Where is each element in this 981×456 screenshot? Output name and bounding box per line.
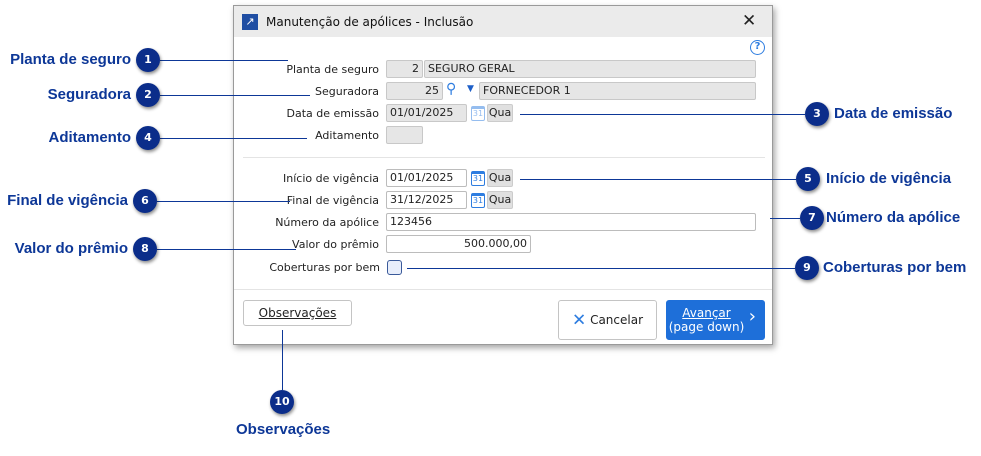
callout-line [160, 95, 310, 96]
emissao-field: 01/01/2025 [386, 104, 467, 122]
separator [243, 157, 765, 158]
callout-label: Observações [236, 421, 331, 438]
callout-badge: 1 [136, 48, 160, 72]
calendar-icon[interactable]: 31 [471, 171, 485, 186]
observacoes-label: Observações [258, 306, 337, 320]
dialog-title: Manutenção de apólices - Inclusão [266, 15, 474, 29]
callout-line [520, 179, 796, 180]
title-bar: ↗ Manutenção de apólices - Inclusão ✕ [234, 6, 772, 37]
numero-field[interactable]: 123456 [386, 213, 756, 231]
search-icon[interactable]: ⚲ [446, 81, 456, 97]
callout-label: Planta de seguro [10, 51, 131, 68]
inicio-field[interactable]: 01/01/2025 [386, 169, 467, 187]
chevron-down-icon[interactable]: ▼ [467, 84, 474, 94]
advance-button[interactable]: Avançar (page down) › [666, 300, 765, 340]
close-icon[interactable]: ✕ [742, 11, 756, 31]
callout-badge: 6 [133, 189, 157, 213]
app-icon: ↗ [242, 14, 258, 30]
separator [234, 289, 772, 290]
inicio-label: Início de vigência [283, 172, 379, 185]
seguradora-label: Seguradora [315, 85, 379, 98]
callout-line [282, 330, 283, 390]
coberturas-checkbox[interactable] [387, 260, 402, 275]
callout-line [520, 114, 805, 115]
numero-label: Número da apólice [275, 216, 379, 229]
callout-line [157, 249, 296, 250]
seguradora-name-field: FORNECEDOR 1 [479, 82, 756, 100]
callout-label: Final de vigência [7, 192, 128, 209]
final-weekday: Qua [487, 191, 513, 209]
emissao-label: Data de emissão [286, 107, 379, 120]
callout-badge: 2 [136, 83, 160, 107]
aditamento-label: Aditamento [315, 129, 379, 142]
calendar-icon: 31 [471, 106, 485, 121]
callout-badge: 8 [133, 237, 157, 261]
chevron-right-icon: › [748, 306, 756, 327]
final-field[interactable]: 31/12/2025 [386, 191, 467, 209]
callout-badge: 4 [136, 126, 160, 150]
calendar-icon[interactable]: 31 [471, 193, 485, 208]
callout-label: Número da apólice [826, 209, 961, 226]
callout-line [770, 218, 800, 219]
seguradora-code-field: 25 [386, 82, 443, 100]
callout-line [160, 60, 288, 61]
callout-label: Valor do prêmio [14, 240, 128, 257]
planta-name-field: SEGURO GERAL [424, 60, 756, 78]
cancel-label: Cancelar [590, 313, 644, 327]
callout-label: Início de vigência [826, 170, 952, 187]
callout-badge: 10 [270, 390, 294, 414]
callout-label: Aditamento [48, 129, 132, 146]
close-x-icon: ✕ [571, 310, 587, 331]
callout-badge: 5 [796, 167, 820, 191]
emissao-weekday: Qua [487, 104, 513, 122]
inicio-weekday: Qua [487, 169, 513, 187]
callout-label: Seguradora [47, 86, 131, 103]
callout-label: Coberturas por bem [823, 259, 967, 276]
callout-label: Data de emissão [834, 105, 953, 122]
coberturas-label: Coberturas por bem [269, 261, 380, 274]
callout-badge: 3 [805, 102, 829, 126]
advance-label: Avançar [682, 306, 731, 320]
observacoes-button[interactable]: Observações [243, 300, 352, 326]
cancel-button[interactable]: ✕ Cancelar [558, 300, 657, 340]
help-icon[interactable]: ? [750, 40, 765, 55]
callout-badge: 7 [800, 206, 824, 230]
callout-line [407, 268, 795, 269]
callout-line [157, 201, 290, 202]
planta-label: Planta de seguro [286, 63, 379, 76]
planta-code-field: 2 [386, 60, 423, 78]
advance-sublabel: (page down) [668, 320, 745, 334]
callout-badge: 9 [795, 256, 819, 280]
premio-field[interactable]: 500.000,00 [386, 235, 531, 253]
policy-dialog: ↗ Manutenção de apólices - Inclusão ✕ ? … [233, 5, 773, 345]
callout-line [160, 138, 307, 139]
aditamento-field [386, 126, 423, 144]
